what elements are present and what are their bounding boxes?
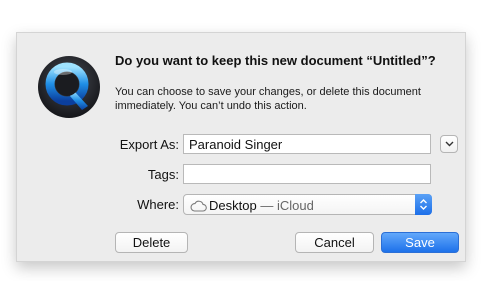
cloud-icon xyxy=(190,199,207,217)
expand-dialog-button[interactable] xyxy=(440,135,458,153)
dialog-title: Do you want to keep this new document “U… xyxy=(115,53,436,68)
export-as-field[interactable]: Paranoid Singer xyxy=(183,134,431,154)
save-button[interactable]: Save xyxy=(381,232,459,253)
where-service: iCloud xyxy=(276,198,314,213)
where-separator: — xyxy=(260,198,274,213)
where-popup[interactable]: Desktop — iCloud xyxy=(183,194,432,215)
delete-button[interactable]: Delete xyxy=(115,232,188,253)
updown-arrows-icon xyxy=(415,194,432,215)
dialog-message: You can choose to save your changes, or … xyxy=(115,86,421,112)
cancel-button[interactable]: Cancel xyxy=(295,232,374,253)
tags-field[interactable] xyxy=(183,164,431,184)
tags-label: Tags: xyxy=(147,167,179,182)
chevron-down-icon xyxy=(445,141,454,147)
quicktime-icon xyxy=(36,54,102,120)
screen: Do you want to keep this new document “U… xyxy=(0,0,483,281)
export-as-label: Export As: xyxy=(119,137,179,152)
where-label: Where: xyxy=(137,197,179,212)
where-value: Desktop — iCloud xyxy=(209,198,314,213)
where-location: Desktop xyxy=(209,198,257,213)
save-dialog: Do you want to keep this new document “U… xyxy=(16,32,466,262)
